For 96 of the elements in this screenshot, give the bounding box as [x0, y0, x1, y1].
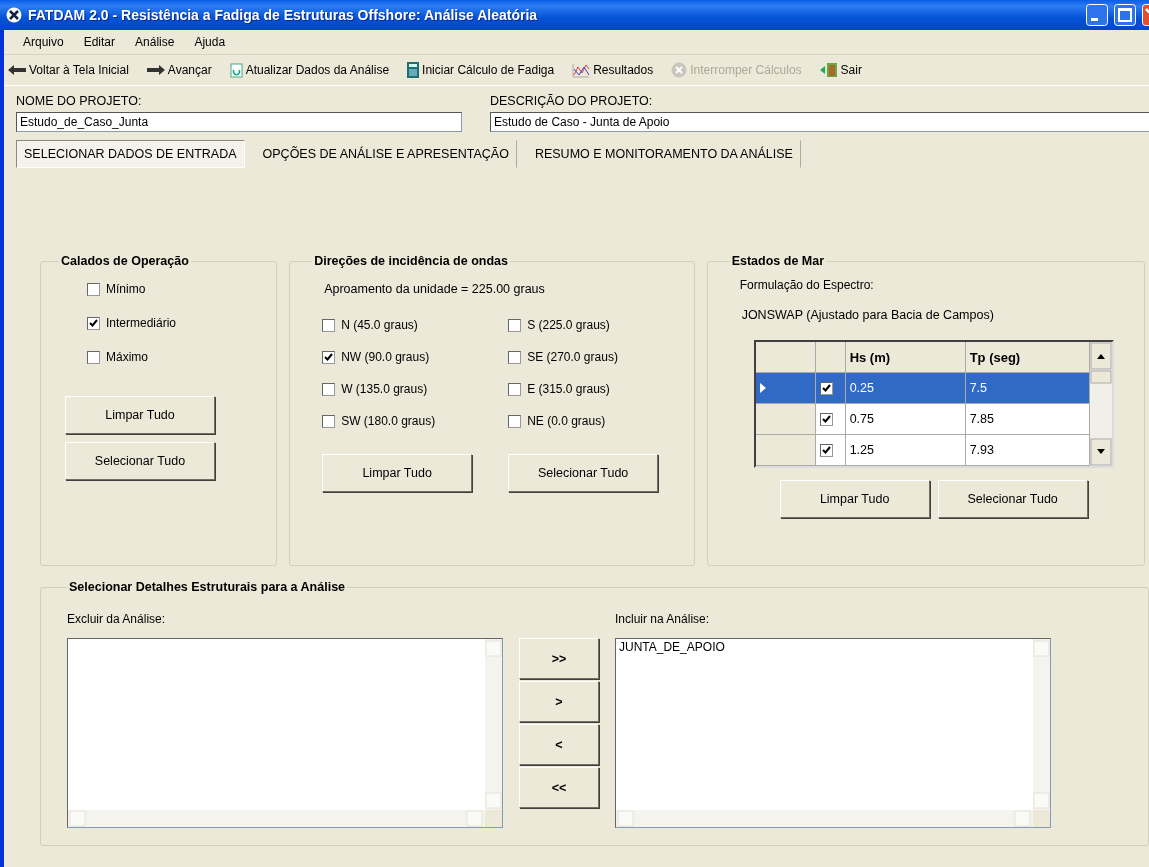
- tab[interactable]: OPÇÕES DE ANÁLISE E APRESENTAÇÃO: [254, 140, 517, 168]
- scrollbar[interactable]: [1033, 639, 1050, 810]
- checkbox[interactable]: [508, 414, 522, 428]
- checkbox[interactable]: [322, 414, 336, 428]
- checkbox[interactable]: [819, 412, 833, 426]
- checkbox[interactable]: [87, 350, 100, 364]
- menu-item[interactable]: Editar: [74, 33, 125, 51]
- door-icon: [819, 62, 838, 78]
- grid-row[interactable]: 0.25 7.5: [755, 373, 1090, 404]
- checkbox-label: SW (180.0 graus): [341, 414, 436, 428]
- action-button[interactable]: Limpar Tudo: [65, 396, 215, 434]
- action-button[interactable]: Selecionar Tudo: [65, 442, 215, 480]
- group-title: Selecionar Detalhes Estruturais para a Análise: [68, 580, 347, 594]
- left-arrow-icon: [8, 64, 26, 76]
- list-label: Excluir da Análise:: [67, 612, 167, 626]
- checkbox[interactable]: [508, 318, 522, 332]
- document-icon: [229, 62, 243, 78]
- checkbox-label: N (45.0 graus): [341, 318, 418, 332]
- toolbar-button[interactable]: Resultados: [572, 62, 654, 78]
- checkbox[interactable]: [322, 350, 336, 364]
- formulation-label: Formulação do Espectro:: [738, 278, 875, 292]
- action-button[interactable]: Limpar Tudo: [322, 454, 473, 492]
- table-cell: 0.25: [845, 373, 966, 404]
- field-label: DESCRIÇÃO DO PROJETO:: [490, 94, 654, 108]
- app-icon: [6, 7, 22, 23]
- right-arrow-icon: [146, 64, 165, 76]
- maximize-button[interactable]: [1114, 4, 1136, 26]
- toolbar-button[interactable]: Iniciar Cálculo de Fadiga: [407, 62, 555, 78]
- group-title: Estados de Mar: [730, 254, 826, 268]
- scrollbar[interactable]: [616, 810, 1033, 827]
- tab[interactable]: SELECIONAR DADOS DE ENTRADA: [16, 140, 245, 168]
- checkbox-label: Mínimo: [106, 282, 146, 296]
- checkbox[interactable]: [87, 282, 100, 296]
- toolbar-button[interactable]: Avançar: [146, 63, 212, 77]
- group-title: Direções de incidência de ondas: [313, 254, 509, 268]
- checkbox[interactable]: [322, 382, 336, 396]
- header-cell: [815, 342, 846, 373]
- menu-item[interactable]: Arquivo: [14, 33, 73, 51]
- checkbox-label: NW (90.0 graus): [341, 350, 430, 364]
- checkbox-label: W (135.0 graus): [341, 382, 428, 396]
- table-cell: 7.5: [965, 373, 1090, 404]
- action-button[interactable]: Selecionar Tudo: [508, 454, 659, 492]
- checkbox[interactable]: [87, 316, 100, 330]
- grid-row[interactable]: 1.25 7.93: [755, 435, 1090, 466]
- checkbox-label: Intermediário: [106, 316, 177, 330]
- heading-text: Aproamento da unidade = 225.00 graus: [323, 282, 546, 296]
- window-title: FATDAM 2.0 - Resistência a Fadiga de Estruturas Offshore: Análise Aleatória: [28, 7, 539, 23]
- checkbox-label: Máximo: [106, 350, 148, 364]
- move-button[interactable]: <: [519, 724, 599, 765]
- list-item[interactable]: JUNTA_DE_APOIO: [617, 640, 1032, 654]
- toolbar-button[interactable]: Atualizar Dados da Análise: [229, 62, 390, 78]
- menu-item[interactable]: Ajuda: [185, 33, 235, 51]
- move-button[interactable]: >: [519, 681, 599, 722]
- scrollbar-corner: [1033, 810, 1050, 827]
- table-cell: 7.93: [965, 435, 1090, 466]
- table-cell: 1.25: [845, 435, 966, 466]
- header-cell: [755, 342, 816, 373]
- checkbox[interactable]: [508, 350, 522, 364]
- toolbar-button[interactable]: Voltar à Tela Inicial: [8, 63, 129, 77]
- list-box[interactable]: JUNTA_DE_APOIO: [615, 638, 1051, 828]
- project-description-field[interactable]: Estudo de Caso - Junta de Apoio: [490, 112, 1149, 132]
- close-button[interactable]: [1142, 4, 1149, 26]
- scrollbar[interactable]: [1089, 342, 1112, 466]
- checkbox-label: NE (0.0 graus): [527, 414, 606, 428]
- grid-row[interactable]: 0.75 7.85: [755, 404, 1090, 435]
- field-label: NOME DO PROJETO:: [16, 94, 143, 108]
- scrollbar[interactable]: [485, 639, 502, 810]
- chart-icon: [572, 62, 591, 78]
- menu-item[interactable]: Análise: [126, 33, 184, 51]
- scrollbar[interactable]: [68, 810, 485, 827]
- stop-icon: [671, 62, 688, 78]
- checkbox-label: E (315.0 graus): [527, 382, 610, 396]
- project-name-field[interactable]: Estudo_de_Caso_Junta: [16, 112, 462, 132]
- group-title: Calados de Operação: [60, 254, 190, 268]
- action-button[interactable]: Selecionar Tudo: [937, 480, 1088, 518]
- column-header[interactable]: Hs (m): [845, 342, 966, 373]
- table-cell: 7.85: [965, 404, 1090, 435]
- checkbox[interactable]: [819, 443, 833, 457]
- move-button[interactable]: <<: [519, 767, 599, 808]
- list-label: Incluir na Análise:: [615, 612, 711, 626]
- column-header[interactable]: Tp (seg): [965, 342, 1090, 373]
- scrollbar-corner: [485, 810, 502, 827]
- row-pointer-icon: [759, 383, 766, 393]
- toolbar-button[interactable]: Sair: [819, 62, 862, 78]
- formulation-text: JONSWAP (Ajustado para Bacia de Campos): [740, 308, 995, 322]
- checkbox[interactable]: [322, 318, 336, 332]
- checkbox-label: S (225.0 graus): [527, 318, 610, 332]
- minimize-button[interactable]: [1086, 4, 1108, 26]
- action-button[interactable]: Limpar Tudo: [779, 480, 930, 518]
- move-button[interactable]: >>: [519, 638, 599, 679]
- table-cell: 0.75: [845, 404, 966, 435]
- tab[interactable]: RESUMO E MONITORAMENTO DA ANÁLISE: [526, 140, 801, 168]
- calculator-icon: [407, 62, 420, 78]
- checkbox[interactable]: [819, 381, 833, 395]
- checkbox[interactable]: [508, 382, 522, 396]
- checkbox-label: SE (270.0 graus): [527, 350, 618, 364]
